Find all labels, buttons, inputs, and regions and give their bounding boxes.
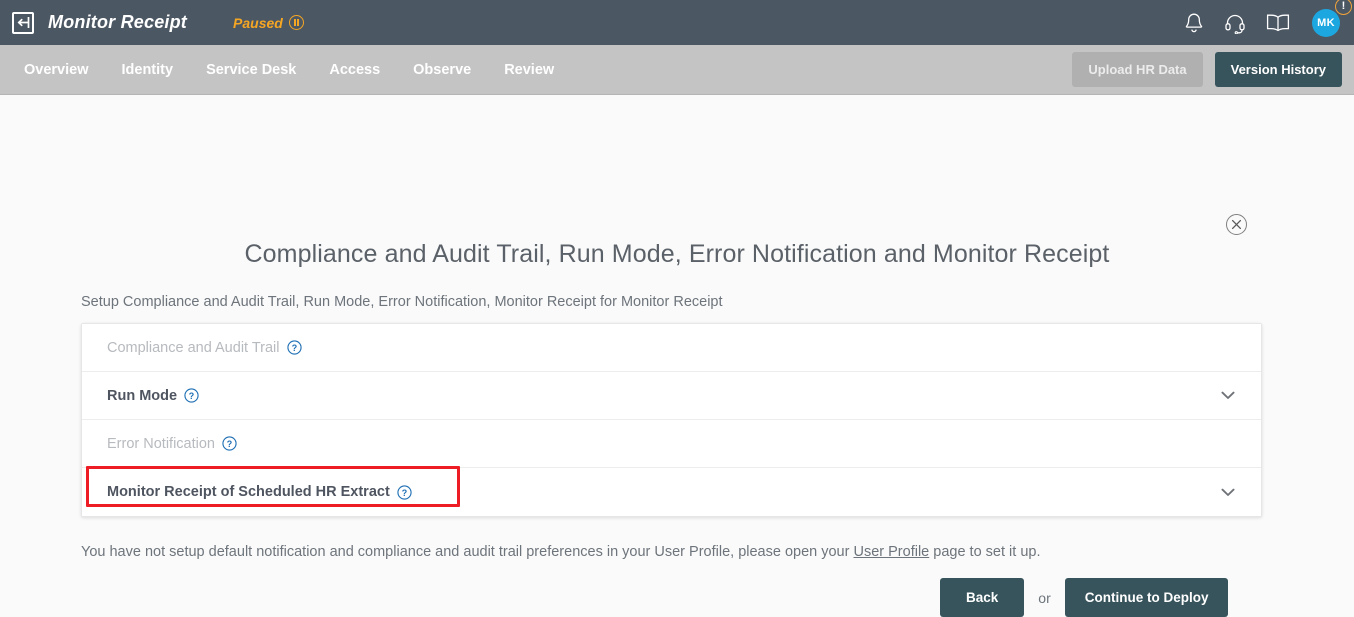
help-circle-icon[interactable]: ? <box>184 388 199 403</box>
nav-item-service-desk[interactable]: Service Desk <box>206 62 296 78</box>
accordion-row-monitor-receipt-of-scheduled-hr-extract[interactable]: Monitor Receipt of Scheduled HR Extract … <box>82 468 1261 516</box>
note-text-after: page to set it up. <box>929 544 1041 560</box>
accordion-label-monitor-receipt-of-scheduled-hr-extract: Monitor Receipt of Scheduled HR Extract <box>107 484 390 500</box>
note-text-before: You have not setup default notification … <box>81 544 854 560</box>
app-title: Monitor Receipt <box>48 12 188 32</box>
help-circle-icon[interactable]: ? <box>222 436 237 451</box>
nav-item-overview[interactable]: Overview <box>24 62 89 78</box>
avatar-group[interactable]: MK ! <box>1312 0 1352 37</box>
version-history-button[interactable]: Version History <box>1214 52 1342 87</box>
alert-badge-icon[interactable]: ! <box>1335 0 1352 15</box>
top-header-bar: Monitor Receipt Paused MK ! <box>0 0 1354 45</box>
footer-action-group: Back or Continue to Deploy <box>940 578 1229 617</box>
header-icon-group: MK ! <box>1184 0 1352 37</box>
user-profile-warning-note: You have not setup default notification … <box>81 544 1040 560</box>
svg-text:?: ? <box>189 391 194 401</box>
nav-item-identity[interactable]: Identity <box>122 62 174 78</box>
nav-item-access[interactable]: Access <box>329 62 380 78</box>
help-circle-icon[interactable]: ? <box>286 340 302 355</box>
svg-text:?: ? <box>227 439 232 449</box>
accordion-label-error-notification: Error Notification <box>107 435 215 452</box>
page-title: Compliance and Audit Trail, Run Mode, Er… <box>244 240 1110 268</box>
or-separator-label: or <box>1038 589 1051 606</box>
notifications-bell-icon[interactable] <box>1184 12 1204 34</box>
user-profile-link[interactable]: User Profile <box>853 544 929 560</box>
close-circle-icon[interactable] <box>1226 214 1247 235</box>
back-arrow-glyph <box>17 17 29 28</box>
chevron-down-icon[interactable] <box>1221 488 1235 497</box>
pause-circle-icon <box>288 15 304 30</box>
page-content: Compliance and Audit Trail, Run Mode, Er… <box>0 95 1354 617</box>
run-status-label: Paused <box>233 14 283 31</box>
back-button[interactable]: Back <box>940 578 1025 617</box>
avatar[interactable]: MK <box>1312 8 1340 37</box>
nav-item-list: Overview Identity Service Desk Access Ob… <box>24 62 554 78</box>
upload-hr-data-button[interactable]: Upload HR Data <box>1072 52 1203 87</box>
settings-accordion-card: Compliance and Audit Trail ? Run Mode ? <box>81 323 1262 517</box>
nav-item-review[interactable]: Review <box>504 62 554 78</box>
accordion-row-run-mode[interactable]: Run Mode ? <box>82 372 1261 420</box>
documentation-book-icon[interactable] <box>1266 13 1290 33</box>
support-headset-icon[interactable] <box>1224 12 1246 34</box>
accordion-label-compliance-and-audit-trail: Compliance and Audit Trail <box>107 339 280 356</box>
continue-to-deploy-button[interactable]: Continue to Deploy <box>1064 578 1229 617</box>
close-x-glyph <box>1231 219 1242 230</box>
chevron-down-icon[interactable] <box>1221 391 1235 400</box>
accordion-row-compliance-and-audit-trail[interactable]: Compliance and Audit Trail ? <box>82 324 1261 372</box>
help-circle-icon[interactable]: ? <box>397 484 412 500</box>
nav-item-observe[interactable]: Observe <box>413 62 471 78</box>
page-subtitle: Setup Compliance and Audit Trail, Run Mo… <box>81 294 723 310</box>
nav-action-group: Upload HR Data Version History <box>1072 52 1342 87</box>
main-navigation-bar: Overview Identity Service Desk Access Ob… <box>0 45 1354 95</box>
back-arrow-box-icon[interactable] <box>12 11 34 34</box>
run-status: Paused <box>233 15 304 31</box>
svg-text:?: ? <box>291 343 296 353</box>
svg-text:?: ? <box>402 487 407 497</box>
accordion-row-error-notification[interactable]: Error Notification ? <box>82 420 1261 468</box>
accordion-label-run-mode: Run Mode <box>107 387 178 404</box>
